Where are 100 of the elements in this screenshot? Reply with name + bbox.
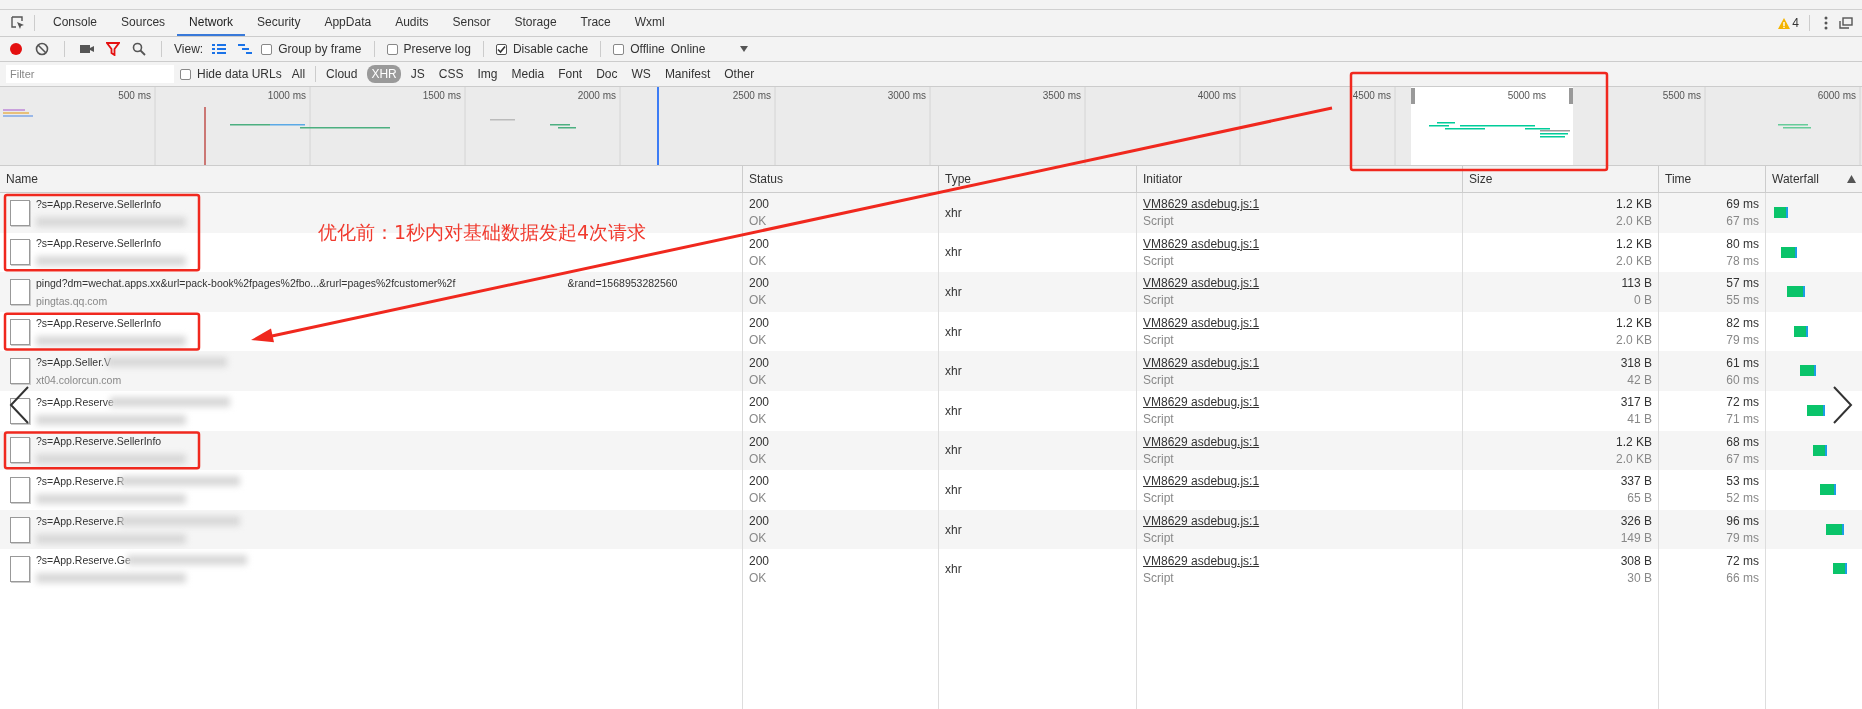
- file-icon: [10, 516, 30, 543]
- chevron-left-icon[interactable]: [8, 385, 30, 425]
- column-header[interactable]: Size: [1463, 166, 1659, 192]
- transfer-size: 1.2 KB: [1615, 316, 1652, 331]
- drag-handle[interactable]: [1569, 88, 1573, 104]
- tab[interactable]: Console: [41, 10, 110, 36]
- status-text: OK: [749, 253, 768, 268]
- content-size: 149 B: [1620, 531, 1652, 546]
- checkbox[interactable]: [261, 43, 273, 55]
- drag-handle[interactable]: [1411, 88, 1415, 104]
- request-type: xhr: [945, 324, 963, 339]
- initiator-link[interactable]: VM8629 asdebug.js:1: [1143, 474, 1456, 489]
- request-name[interactable]: ?s=App.Reserve.SellerInfo: [36, 316, 162, 329]
- request-name[interactable]: &rand=1568953282560: [567, 277, 678, 289]
- resource-type-filter[interactable]: Media: [507, 65, 549, 83]
- request-name[interactable]: ?s=App.Reserve.R: [36, 514, 125, 527]
- initiator-type: Script: [1143, 570, 1175, 585]
- latency-time: 71 ms: [1726, 412, 1759, 427]
- initiator-link[interactable]: VM8629 asdebug.js:1: [1143, 434, 1456, 449]
- column-header[interactable]: Type: [939, 166, 1137, 192]
- resource-type-filter[interactable]: JS: [406, 65, 429, 83]
- checkbox-label: Disable cache: [512, 42, 589, 56]
- initiator-type: Script: [1143, 531, 1175, 546]
- tab[interactable]: Sensor: [440, 10, 503, 36]
- status-code: 200: [749, 474, 771, 489]
- initiator-type: Script: [1143, 253, 1175, 268]
- tab[interactable]: Sources: [109, 10, 178, 36]
- content-size: 0 B: [1634, 293, 1652, 308]
- initiator-link[interactable]: VM8629 asdebug.js:1: [1143, 355, 1456, 370]
- resource-type-filter[interactable]: Img: [473, 65, 502, 83]
- checkbox-label: Hide data URLs: [197, 67, 282, 81]
- transfer-size: 318 B: [1620, 355, 1652, 370]
- initiator-link[interactable]: VM8629 asdebug.js:1: [1143, 553, 1456, 568]
- request-name[interactable]: ?s=App.Reserve.SellerInfo: [36, 197, 162, 210]
- tab[interactable]: Storage: [502, 10, 569, 36]
- throttling-select[interactable]: Online: [670, 42, 706, 56]
- file-icon: [10, 476, 30, 503]
- resource-type-filter[interactable]: Manifest: [660, 65, 715, 83]
- dropdown-arrow-icon[interactable]: [739, 45, 750, 53]
- resource-type-filter[interactable]: Font: [554, 65, 587, 83]
- request-name[interactable]: pingd?dm=wechat.apps.xx&url=pack-book%2fpages%2fbo...&rurl=pages%2fcustomer%2f: [36, 277, 456, 289]
- filter-icon[interactable]: [103, 39, 123, 59]
- checkbox[interactable]: [386, 43, 398, 55]
- checkbox[interactable]: [495, 43, 507, 55]
- resource-type-filter[interactable]: Doc: [592, 65, 622, 83]
- tab[interactable]: Security: [245, 10, 313, 36]
- transfer-size: 308 B: [1620, 553, 1652, 568]
- request-type: xhr: [945, 364, 963, 379]
- request-name[interactable]: ?s=App.Reserve.SellerInfo: [36, 435, 162, 448]
- tick-label: 2000 ms: [577, 90, 616, 101]
- checkbox[interactable]: [613, 43, 625, 55]
- initiator-link[interactable]: VM8629 asdebug.js:1: [1143, 236, 1456, 251]
- column-header[interactable]: Waterfall: [1766, 166, 1862, 192]
- column-header[interactable]: Time: [1659, 166, 1766, 192]
- tab[interactable]: AppData: [312, 10, 384, 36]
- chevron-right-icon[interactable]: [1832, 385, 1854, 425]
- request-name[interactable]: ?s=App.Reserve.R: [36, 474, 125, 487]
- resource-type-filter[interactable]: WS: [627, 65, 655, 83]
- sort-ascending-icon: [1847, 175, 1856, 183]
- column-header[interactable]: Initiator: [1137, 166, 1463, 192]
- tab[interactable]: Audits: [383, 10, 441, 36]
- filter-field[interactable]: Filter: [6, 65, 174, 83]
- warning-count[interactable]: 4: [1792, 16, 1799, 30]
- request-name[interactable]: ?s=App.Reserve.Ge: [36, 554, 131, 567]
- request-type: xhr: [945, 443, 963, 458]
- resource-type-filter[interactable]: CSS: [434, 65, 468, 83]
- request-type: xhr: [945, 482, 963, 497]
- initiator-link[interactable]: VM8629 asdebug.js:1: [1143, 316, 1456, 331]
- file-icon: [10, 358, 30, 385]
- column-header[interactable]: Name: [0, 166, 743, 192]
- checkbox-label: Preserve log: [403, 42, 471, 56]
- request-domain: xt04.colorcun.com: [36, 374, 122, 387]
- initiator-link[interactable]: VM8629 asdebug.js:1: [1143, 395, 1456, 410]
- content-size: 2.0 KB: [1615, 333, 1652, 348]
- status-text: OK: [749, 214, 768, 229]
- waterfall-bar: [1780, 246, 1797, 258]
- status-text: OK: [749, 531, 768, 546]
- tick-label: 4000 ms: [1197, 90, 1236, 101]
- initiator-link[interactable]: VM8629 asdebug.js:1: [1143, 514, 1456, 529]
- status-code: 200: [749, 434, 771, 449]
- initiator-link[interactable]: VM8629 asdebug.js:1: [1143, 276, 1456, 291]
- latency-time: 79 ms: [1726, 333, 1759, 348]
- request-time: 53 ms: [1726, 474, 1759, 489]
- request-name[interactable]: ?s=App.Seller.V: [36, 356, 111, 369]
- file-icon: [10, 437, 30, 464]
- initiator-link[interactable]: VM8629 asdebug.js:1: [1143, 197, 1456, 212]
- checkbox[interactable]: [180, 68, 191, 80]
- request-type: xhr: [945, 403, 963, 418]
- request-time: 96 ms: [1726, 514, 1759, 529]
- column-header[interactable]: Status: [743, 166, 939, 192]
- request-type: xhr: [945, 562, 963, 577]
- request-name[interactable]: ?s=App.Reserve: [36, 395, 114, 408]
- tab[interactable]: Trace: [568, 10, 623, 36]
- resource-type-filter[interactable]: Cloud: [322, 65, 362, 83]
- tick-label: 500 ms: [118, 90, 151, 101]
- request-name[interactable]: ?s=App.Reserve.SellerInfo: [36, 237, 162, 250]
- resource-type-filter[interactable]: All: [287, 65, 310, 83]
- resource-type-filter[interactable]: Other: [720, 65, 759, 83]
- tab[interactable]: Wxml: [622, 10, 677, 36]
- status-text: OK: [749, 491, 768, 506]
